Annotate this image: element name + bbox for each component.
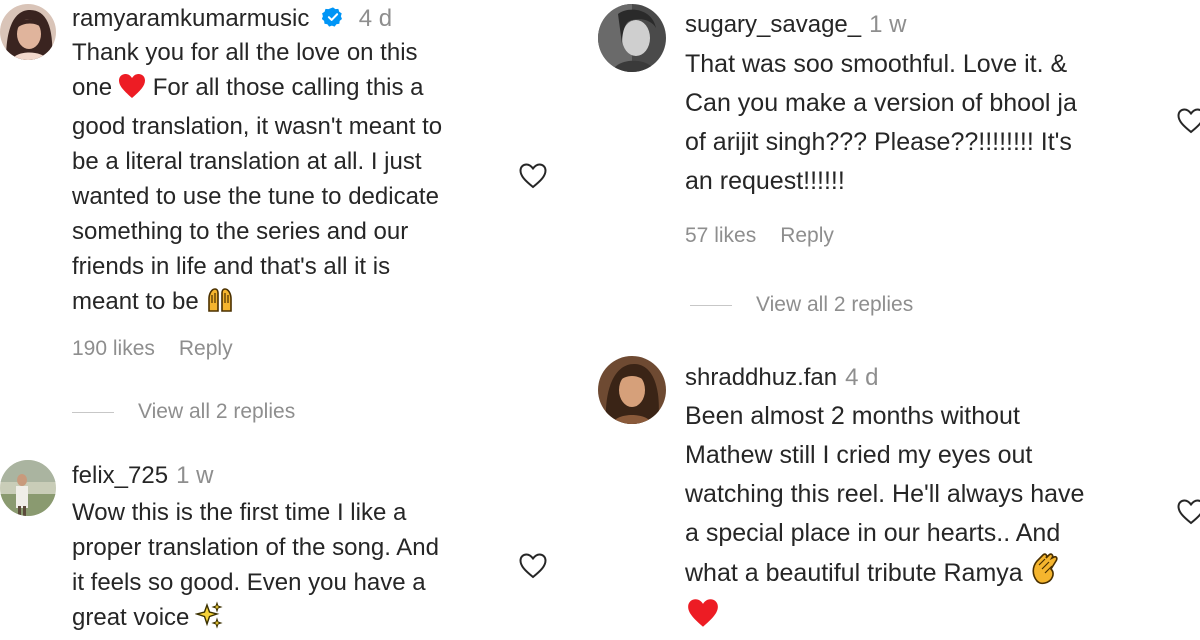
reply-button[interactable]: Reply <box>179 337 233 360</box>
avatar[interactable] <box>0 460 56 516</box>
comment-text: Thank you for all the love on this one F… <box>72 35 442 323</box>
comment-timestamp[interactable]: 1 w <box>869 11 906 38</box>
avatar[interactable] <box>598 356 666 424</box>
comment-timestamp[interactable]: 4 d <box>845 364 878 391</box>
verified-badge-icon <box>321 5 344 37</box>
comment-author: shraddhuz.fan 4 d <box>685 362 878 394</box>
comment-meta: 190 likes Reply <box>72 335 233 363</box>
reply-button[interactable]: Reply <box>780 224 834 247</box>
username-link[interactable]: shraddhuz.fan <box>685 364 837 391</box>
divider <box>72 411 114 413</box>
comment-text: Been almost 2 months without Mathew stil… <box>685 397 1084 640</box>
view-replies-button[interactable]: View all 2 replies <box>690 291 913 319</box>
comment-text: Wow this is the first time I like a prop… <box>72 495 439 639</box>
like-heart-icon[interactable] <box>1176 497 1200 527</box>
view-replies-button[interactable]: View all 2 replies <box>72 398 295 426</box>
avatar[interactable] <box>0 4 56 60</box>
comment-author: ramyaramkumarmusic 4 d <box>72 3 392 37</box>
comment-text: That was soo smoothful. Love it. & Can y… <box>685 50 1077 195</box>
red-heart-emoji-icon <box>118 73 146 109</box>
divider <box>690 304 732 306</box>
likes-count[interactable]: 57 likes <box>685 224 756 247</box>
comment-meta: 57 likes Reply <box>685 222 834 250</box>
comment-timestamp[interactable]: 1 w <box>176 462 213 489</box>
username-link[interactable]: felix_725 <box>72 462 168 489</box>
sparkles-emoji-icon <box>194 601 223 639</box>
username-link[interactable]: ramyaramkumarmusic <box>72 5 309 32</box>
clapping-hands-emoji-icon <box>1029 553 1063 597</box>
comment-timestamp[interactable]: 4 d <box>359 5 392 32</box>
red-heart-emoji-icon <box>687 598 719 640</box>
like-heart-icon[interactable] <box>1176 106 1200 136</box>
avatar[interactable] <box>598 4 666 72</box>
comment-author: sugary_savage_ 1 w <box>685 9 906 41</box>
like-heart-icon[interactable] <box>518 161 548 191</box>
likes-count[interactable]: 190 likes <box>72 337 155 360</box>
like-heart-icon[interactable] <box>518 551 548 581</box>
username-link[interactable]: sugary_savage_ <box>685 11 861 38</box>
raised-hands-emoji-icon <box>205 285 235 323</box>
comment-author: felix_725 1 w <box>72 460 213 492</box>
